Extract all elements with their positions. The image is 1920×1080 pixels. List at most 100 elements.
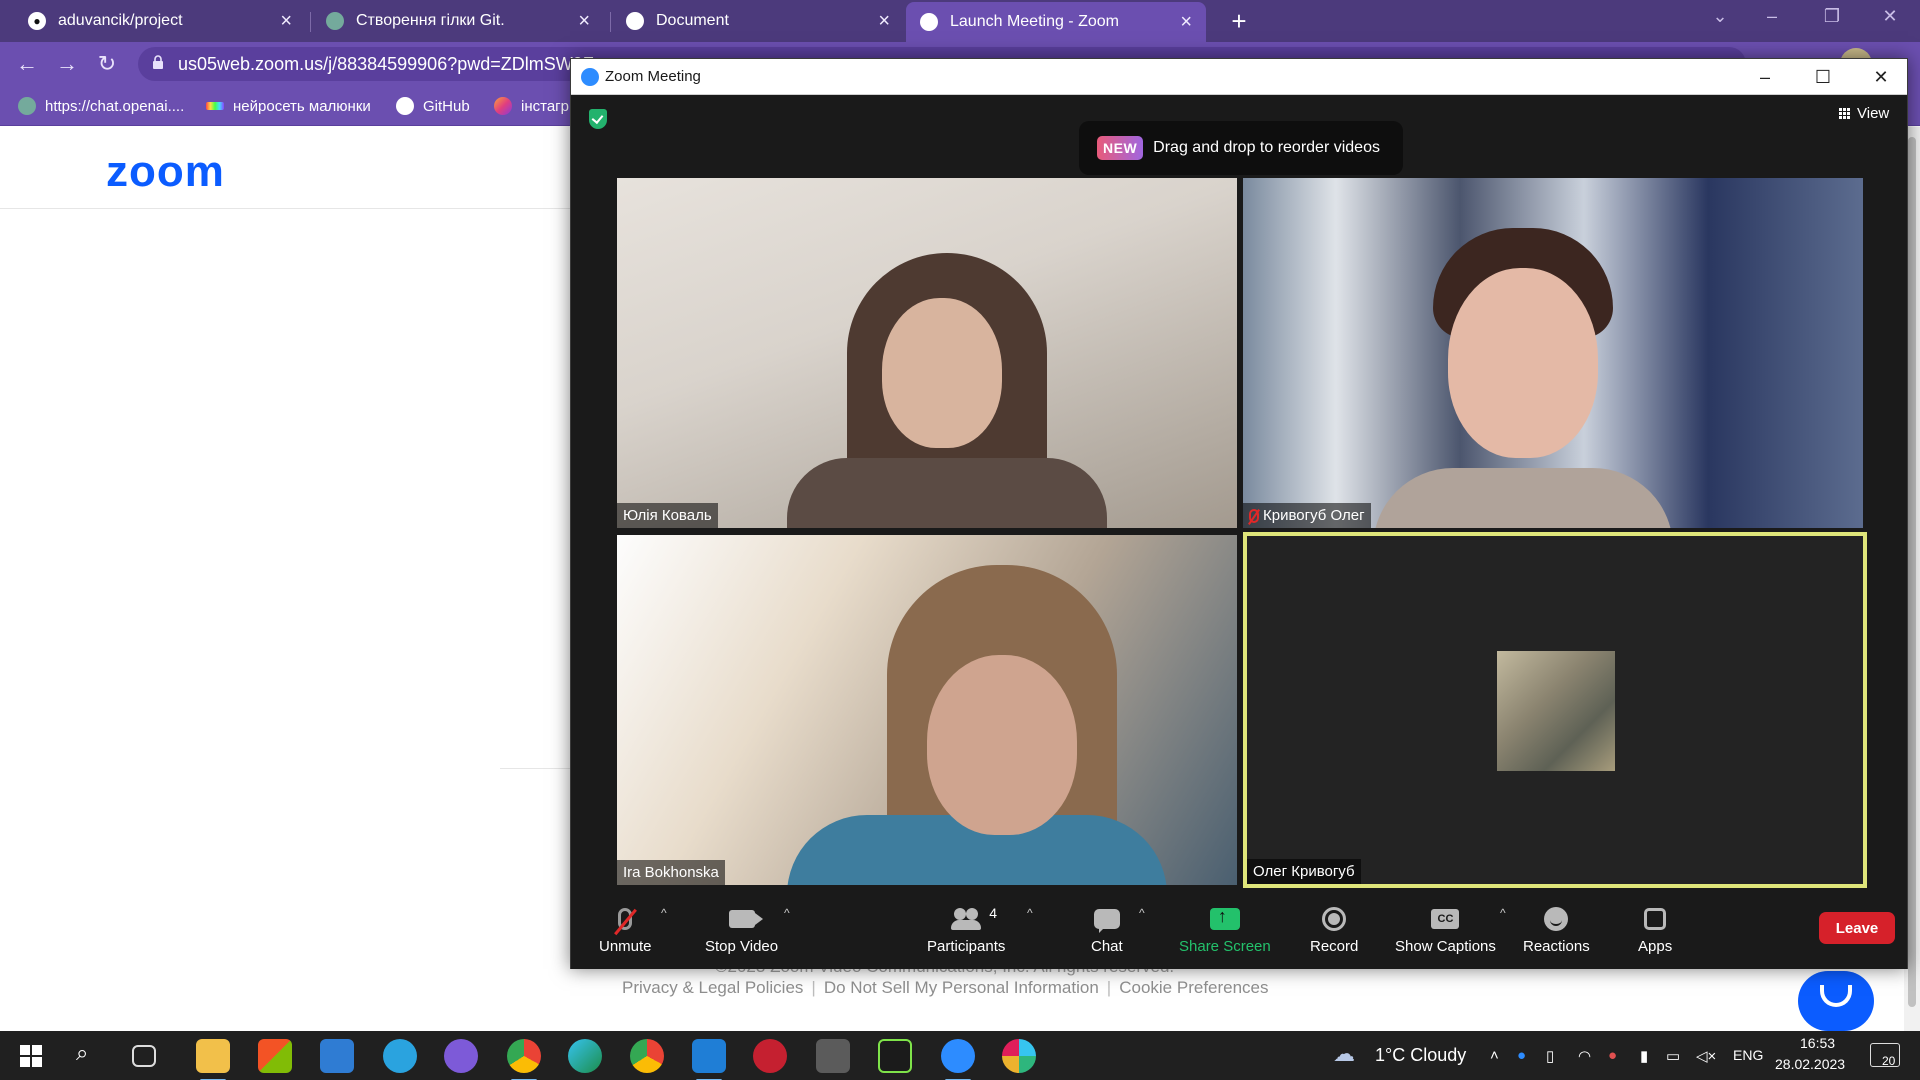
do-not-sell-link[interactable]: Do Not Sell My Personal Information (824, 978, 1099, 998)
weather-text[interactable]: 1°C Cloudy (1375, 1045, 1466, 1066)
reload-icon[interactable]: ↻ (92, 50, 122, 80)
zoom-taskbar-icon[interactable] (941, 1039, 975, 1080)
encryption-shield-icon[interactable] (589, 109, 607, 129)
leave-button[interactable]: Leave (1819, 912, 1895, 944)
task-view-icon[interactable] (132, 1045, 156, 1067)
zoom-close-icon[interactable]: ✕ (1861, 64, 1901, 90)
url-text: us05web.zoom.us/j/88384599906?pwd=ZDlmSW… (178, 53, 594, 74)
participants-options-chevron-icon[interactable]: ^ (1027, 906, 1033, 920)
video-tile[interactable]: Кривогуб Олег (1243, 178, 1863, 528)
close-icon[interactable]: × (578, 10, 590, 33)
browser-restore-icon[interactable]: ❐ (1812, 6, 1852, 27)
apps-button[interactable]: Apps (1638, 904, 1672, 955)
bookmark-chatgpt[interactable]: https://chat.openai.... (18, 94, 184, 118)
back-arrow-icon[interactable]: ← (12, 50, 42, 80)
new-tab-button[interactable]: + (1224, 6, 1254, 36)
chatgpt-icon (18, 97, 36, 115)
video-options-chevron-icon[interactable]: ^ (784, 906, 790, 920)
chrome-icon[interactable] (507, 1039, 541, 1080)
bookmark-neural-drawings[interactable]: нейросеть малюнки (206, 94, 371, 118)
zoom-maximize-icon[interactable]: ☐ (1803, 64, 1843, 90)
file-explorer-icon[interactable] (196, 1039, 230, 1080)
share-screen-button[interactable]: Share Screen (1179, 904, 1271, 955)
cookie-preferences-link[interactable]: Cookie Preferences (1119, 978, 1268, 998)
participant-name-tag: Кривогуб Олег (1243, 503, 1371, 528)
chat-button[interactable]: Chat (1091, 904, 1123, 955)
github-icon: ● (28, 12, 46, 30)
battery-icon[interactable]: ▭ (1666, 1047, 1680, 1065)
device-tray-icon[interactable]: ▯ (1546, 1047, 1554, 1065)
video-camera-icon (728, 910, 763, 928)
slack-icon[interactable] (1002, 1039, 1036, 1073)
tab-github-project[interactable]: ● aduvancik/project × (14, 0, 306, 42)
tab-git-branch[interactable]: Створення гілки Git. × (312, 0, 604, 42)
participants-label: Participants (927, 938, 1006, 955)
vscode-icon[interactable] (692, 1039, 726, 1080)
footer-separator: | (811, 978, 816, 997)
search-icon[interactable]: ⌕ (76, 1040, 88, 1066)
mail-icon[interactable] (320, 1039, 354, 1073)
pycharm-icon[interactable] (878, 1039, 912, 1073)
apps-icon (1644, 908, 1667, 930)
edge-icon[interactable] (568, 1039, 602, 1073)
network-warning-icon[interactable]: ● (1608, 1047, 1617, 1064)
close-icon[interactable]: × (1180, 11, 1192, 34)
game-icon[interactable] (753, 1039, 787, 1073)
zoom-minimize-icon[interactable]: – (1745, 64, 1785, 90)
support-chat-button[interactable] (1798, 971, 1874, 1031)
close-icon[interactable]: × (878, 10, 890, 33)
scrollbar-thumb[interactable] (1908, 137, 1916, 1007)
audio-options-chevron-icon[interactable]: ^ (661, 906, 667, 920)
chat-options-chevron-icon[interactable]: ^ (1139, 906, 1145, 920)
record-icon (1322, 907, 1347, 931)
telegram-icon[interactable] (383, 1039, 417, 1073)
video-tile[interactable]: Юлія Коваль (617, 178, 1237, 528)
video-tile[interactable]: Ira Bokhonska (617, 535, 1237, 885)
record-button[interactable]: Record (1310, 904, 1358, 955)
tab-launch-meeting[interactable]: Launch Meeting - Zoom × (906, 2, 1206, 42)
windows-taskbar: ⌕ ☁ 1°C Cloudy ˄ ● ▯ ◠ ● ▮ ▭ ◁× ENG 16:5… (0, 1031, 1920, 1080)
stripes-icon (206, 102, 224, 110)
microphone-tray-icon[interactable]: ▮ (1640, 1047, 1648, 1065)
tab-label: aduvancik/project (58, 12, 183, 29)
notifications-count: 20 (1882, 1054, 1896, 1068)
microsoft-store-icon[interactable] (258, 1039, 292, 1073)
wifi-icon[interactable]: ◠ (1578, 1047, 1591, 1065)
browser-minimize-icon[interactable]: – (1752, 6, 1792, 27)
windows-start-icon[interactable] (20, 1045, 42, 1067)
utility-app-icon[interactable] (816, 1039, 850, 1073)
privacy-link[interactable]: Privacy & Legal Policies (622, 978, 803, 998)
bookmark-label: GitHub (423, 97, 470, 115)
show-captions-button[interactable]: CC Show Captions (1395, 904, 1496, 955)
volume-muted-icon[interactable]: ◁× (1696, 1047, 1716, 1065)
browser-close-icon[interactable]: ✕ (1870, 6, 1910, 27)
viber-icon[interactable] (444, 1039, 478, 1073)
new-badge: NEW (1097, 136, 1144, 160)
apps-label: Apps (1638, 938, 1673, 955)
view-button[interactable]: View (1839, 105, 1889, 122)
close-icon[interactable]: × (280, 10, 292, 33)
forward-arrow-icon[interactable]: → (52, 50, 82, 80)
unmute-button[interactable]: Unmute (599, 904, 652, 955)
reactions-button[interactable]: Reactions (1523, 904, 1590, 955)
chrome-profile-icon[interactable] (630, 1039, 664, 1073)
chat-bubble-icon (1820, 985, 1852, 1007)
bookmark-instagram[interactable]: інстагр (494, 94, 569, 118)
video-face-shape (882, 298, 1002, 448)
show-captions-label: Show Captions (1395, 938, 1496, 955)
captions-options-chevron-icon[interactable]: ^ (1500, 906, 1506, 920)
bookmark-github[interactable]: GitHub (396, 94, 470, 118)
zoom-logo[interactable]: zoom (106, 147, 225, 197)
clock-date[interactable]: 28.02.2023 (1775, 1056, 1845, 1072)
clock-time[interactable]: 16:53 (1800, 1035, 1835, 1051)
video-tile-active-speaker[interactable]: Олег Кривогуб (1243, 532, 1867, 888)
stop-video-button[interactable]: Stop Video (705, 904, 778, 955)
tray-expand-chevron-icon[interactable]: ˄ (1490, 1047, 1499, 1064)
chatgpt-icon (326, 12, 344, 30)
language-indicator[interactable]: ENG (1733, 1047, 1763, 1063)
participants-button[interactable]: 4 Participants (927, 904, 1005, 955)
zoom-tray-icon[interactable]: ● (1517, 1047, 1526, 1064)
tab-search-chevron-icon[interactable]: ⌄ (1700, 6, 1740, 27)
browser-tab-strip: ● aduvancik/project × Створення гілки Gi… (0, 0, 1920, 42)
tab-document[interactable]: Document × (612, 0, 904, 42)
